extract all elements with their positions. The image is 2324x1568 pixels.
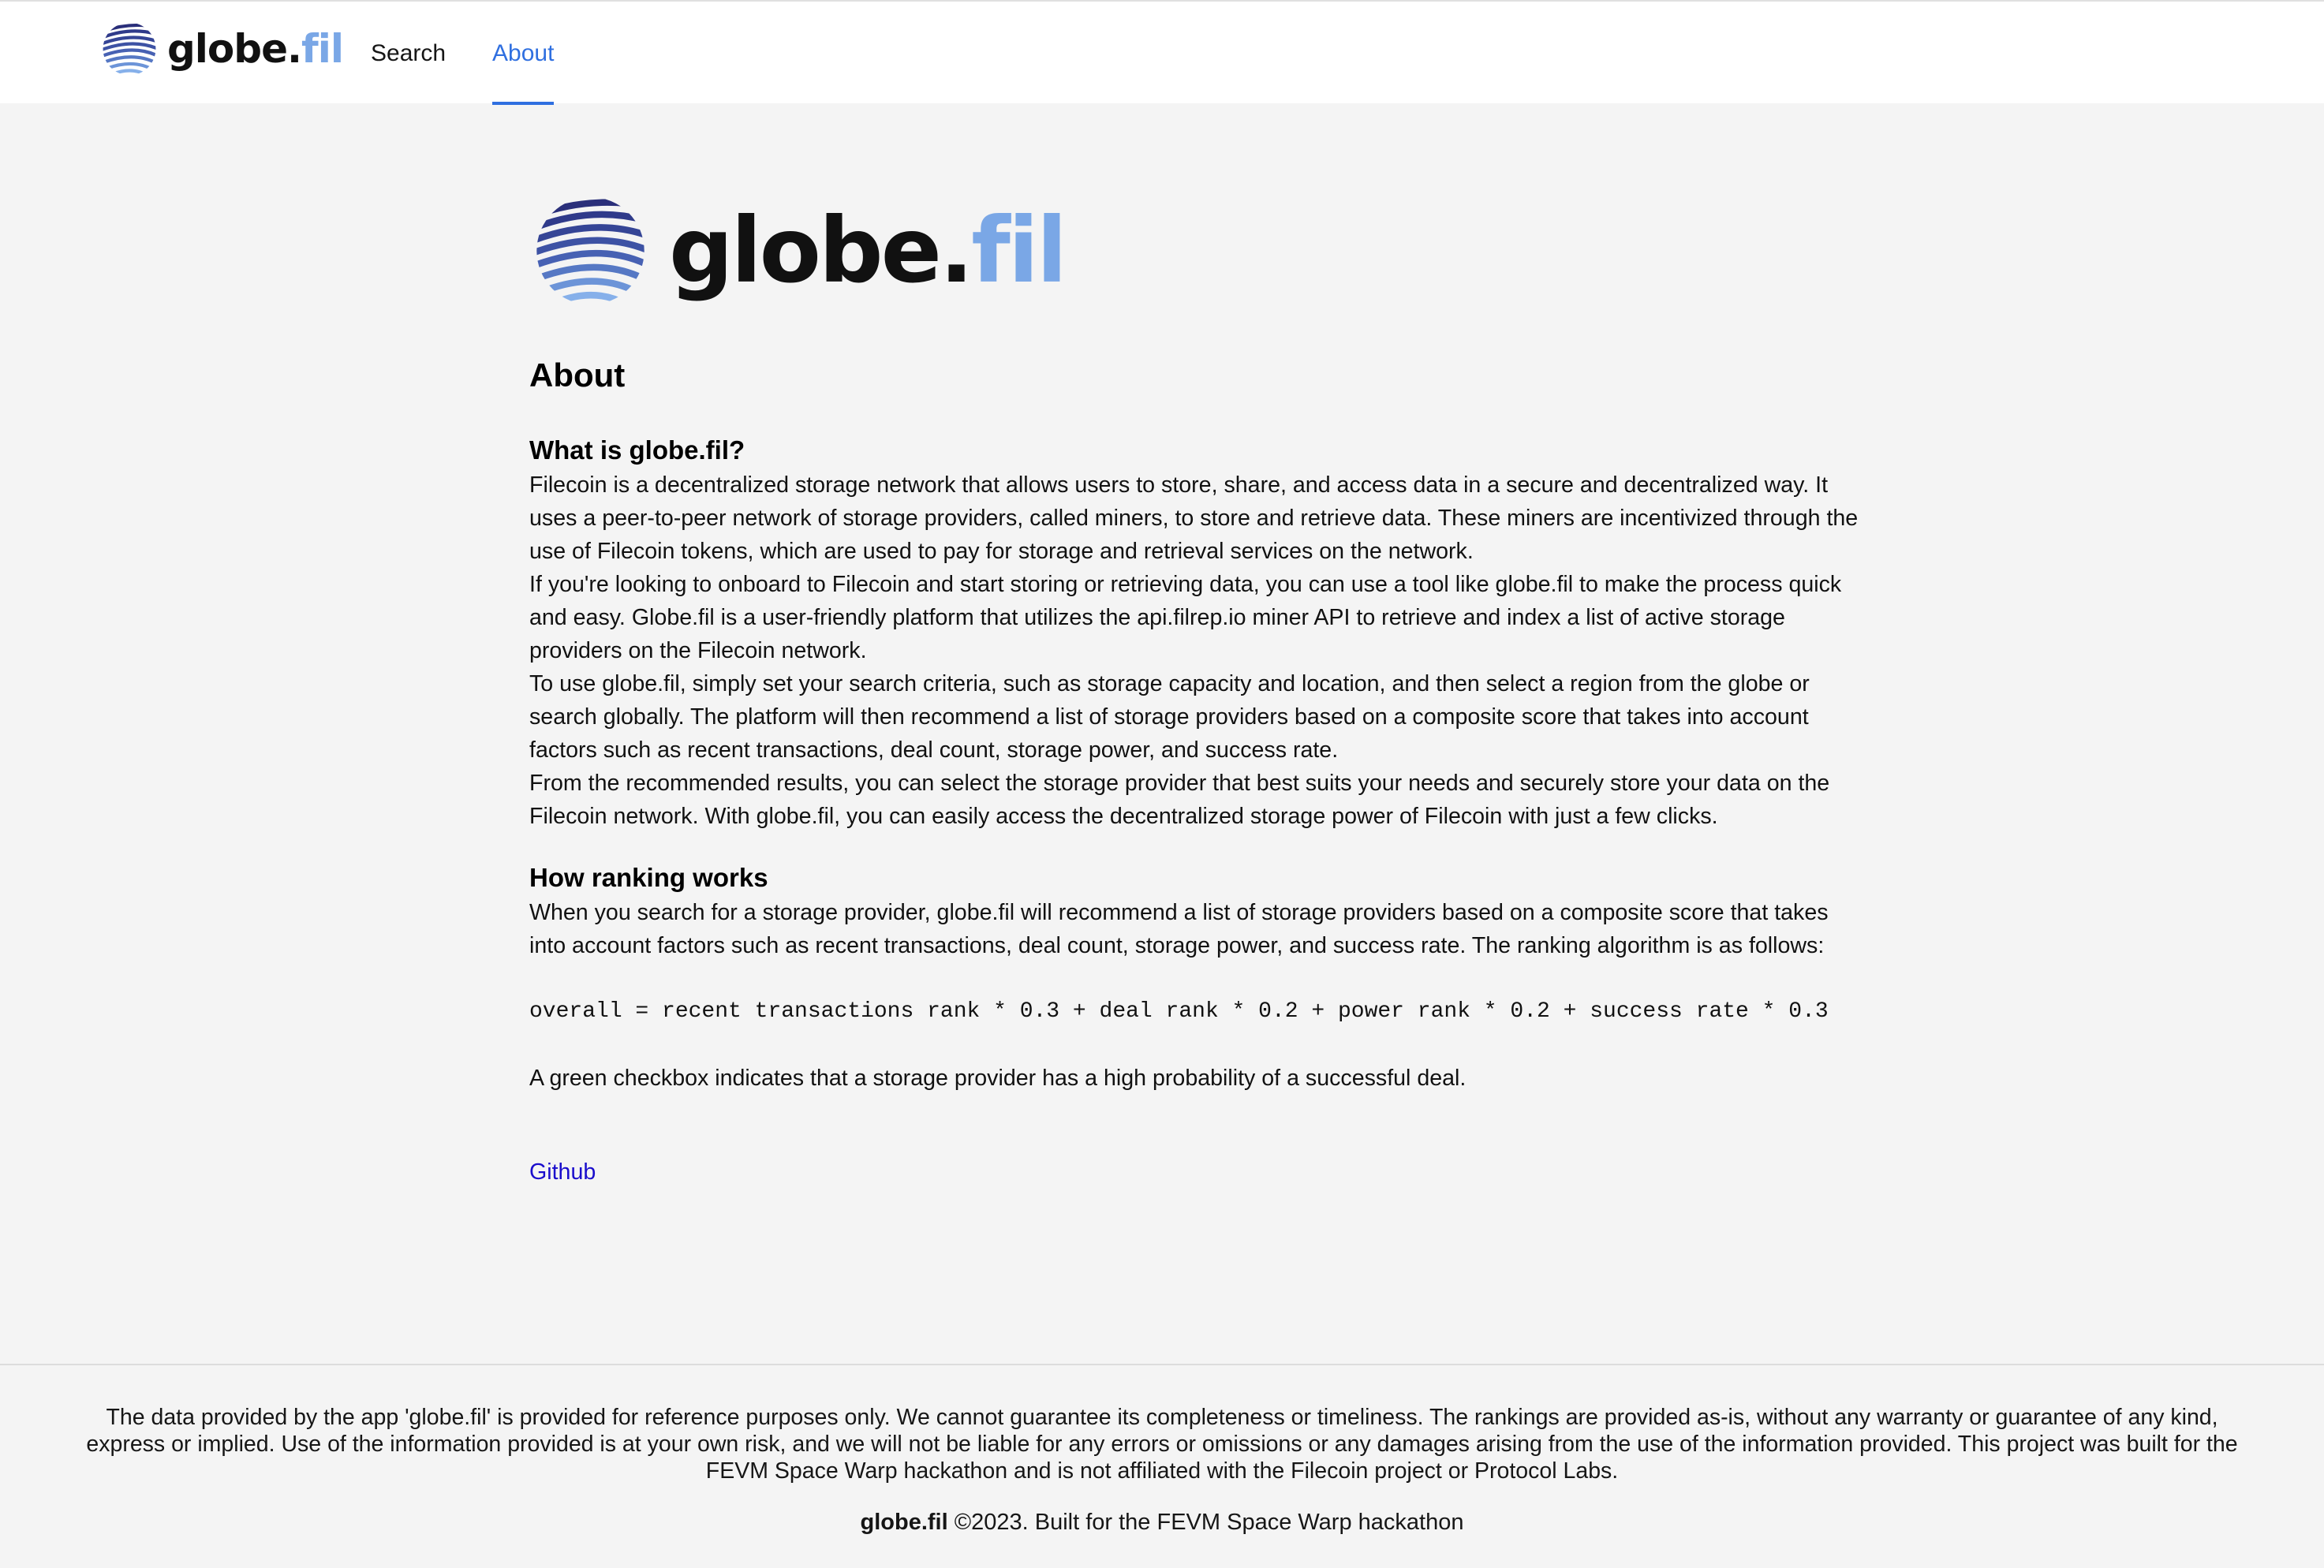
- ranking-formula: overall = recent transactions rank * 0.3…: [529, 999, 1829, 1024]
- disclaimer-text: The data provided by the app 'globe.fil'…: [86, 1405, 2238, 1484]
- brand-name: globe.fil: [167, 26, 344, 72]
- section-heading-what-is: What is globe.fil?: [529, 435, 745, 465]
- striped-globe-icon: [99, 17, 159, 80]
- paragraph: Filecoin is a decentralized storage netw…: [529, 472, 1859, 564]
- checkbox-note: A green checkbox indicates that a storag…: [529, 1066, 1467, 1091]
- nav-tab-about[interactable]: About: [492, 2, 555, 105]
- footer: The data provided by the app 'globe.fil'…: [0, 1364, 2324, 1568]
- about-content: globe.fil About What is globe.fil? Filec…: [529, 180, 1870, 1185]
- brand-logo-link[interactable]: globe.fil: [99, 16, 344, 82]
- paragraph: If you're looking to onboard to Filecoin…: [529, 572, 1842, 663]
- striped-globe-icon: [529, 181, 652, 320]
- paragraph: To use globe.fil, simply set your search…: [529, 671, 1810, 763]
- github-link[interactable]: Github: [529, 1159, 596, 1185]
- page-title: About: [529, 357, 626, 394]
- paragraph: From the recommended results, you can se…: [529, 771, 1830, 829]
- footer-brand: globe.fil: [860, 1510, 948, 1535]
- copyright-text: ©2023. Built for the FEVM Space Warp hac…: [947, 1510, 1464, 1535]
- top-navigation-bar: globe.fil Search About: [0, 0, 2324, 105]
- paragraph: When you search for a storage provider, …: [529, 900, 1829, 958]
- hero-logo: globe.fil: [529, 180, 1870, 322]
- nav-tab-search[interactable]: Search: [371, 2, 446, 105]
- copyright: globe.fil ©2023. Built for the FEVM Spac…: [0, 1510, 2324, 1536]
- hero-brand-name: globe.fil: [669, 198, 1067, 303]
- section-heading-ranking: How ranking works: [529, 863, 768, 892]
